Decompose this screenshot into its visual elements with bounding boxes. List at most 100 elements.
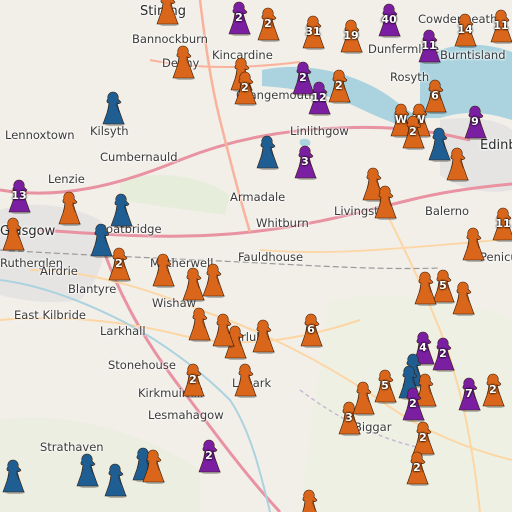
witch-marker-orange[interactable] bbox=[372, 184, 398, 220]
map-canvas[interactable]: StirlingBannockburnCowdenbeathBurntislan… bbox=[0, 0, 512, 512]
place-label: Lennoxtown bbox=[5, 128, 75, 142]
witch-figure-icon bbox=[152, 253, 175, 288]
witch-marker-orange[interactable] bbox=[250, 318, 276, 354]
witch-marker-purple[interactable]: 11 bbox=[416, 28, 442, 64]
witch-marker-orange[interactable] bbox=[450, 280, 476, 316]
marker-count: 6 bbox=[431, 89, 439, 102]
witch-marker-orange[interactable] bbox=[150, 252, 176, 288]
witch-figure-icon bbox=[202, 263, 225, 298]
witch-figure-icon bbox=[446, 147, 469, 182]
witch-figure-icon bbox=[156, 0, 179, 26]
marker-count: 11 bbox=[421, 39, 437, 52]
marker-count: 2 bbox=[235, 11, 243, 24]
witch-figure-icon bbox=[452, 281, 475, 316]
witch-marker-blue[interactable] bbox=[74, 452, 100, 488]
witch-marker-orange[interactable] bbox=[460, 226, 486, 262]
witch-figure-icon bbox=[188, 307, 211, 342]
witch-figure-icon bbox=[252, 319, 275, 354]
witch-marker-orange[interactable] bbox=[232, 362, 258, 398]
place-label: Lenzie bbox=[48, 172, 85, 186]
marker-count: 2 bbox=[419, 431, 427, 444]
witch-marker-orange[interactable]: 2 bbox=[180, 362, 206, 398]
witch-marker-purple[interactable]: 13 bbox=[6, 178, 32, 214]
witch-marker-orange[interactable]: 2 bbox=[480, 372, 506, 408]
place-label: Linlithgow bbox=[290, 124, 349, 138]
witch-marker-orange[interactable] bbox=[186, 306, 212, 342]
green-area bbox=[120, 175, 230, 215]
witch-figure-icon bbox=[104, 463, 127, 498]
witch-marker-purple[interactable]: 3 bbox=[292, 144, 318, 180]
marker-count: 7 bbox=[465, 387, 473, 400]
witch-figure-icon bbox=[462, 227, 485, 262]
witch-marker-orange[interactable]: 2 bbox=[106, 246, 132, 282]
witch-marker-orange[interactable] bbox=[296, 488, 322, 512]
witch-marker-blue[interactable] bbox=[0, 458, 26, 494]
witch-marker-orange[interactable] bbox=[444, 146, 470, 182]
place-label: Cumbernauld bbox=[100, 150, 178, 164]
witch-marker-purple[interactable]: 2 bbox=[430, 336, 456, 372]
marker-count: 13 bbox=[11, 189, 27, 202]
marker-count: 2 bbox=[205, 449, 213, 462]
place-label: Whitburn bbox=[256, 216, 309, 230]
place-label: Kilsyth bbox=[90, 124, 129, 138]
witch-marker-orange[interactable]: 11 bbox=[488, 8, 512, 44]
witch-figure-icon bbox=[102, 91, 125, 126]
witch-marker-orange[interactable] bbox=[140, 448, 166, 484]
witch-marker-orange[interactable] bbox=[154, 0, 180, 26]
witch-figure-icon bbox=[76, 453, 99, 488]
witch-marker-orange[interactable]: 11 bbox=[490, 206, 512, 242]
witch-figure-icon bbox=[212, 313, 235, 348]
marker-count: 2 bbox=[409, 397, 417, 410]
witch-figure-icon bbox=[172, 45, 195, 80]
witch-marker-purple[interactable]: 2 bbox=[226, 0, 252, 36]
marker-count: 2 bbox=[439, 347, 447, 360]
witch-marker-orange[interactable] bbox=[200, 262, 226, 298]
witch-marker-orange[interactable]: 19 bbox=[338, 18, 364, 54]
place-label: East Kilbride bbox=[14, 308, 86, 322]
green-area bbox=[0, 417, 200, 512]
marker-count: 2 bbox=[409, 125, 417, 138]
witch-marker-orange[interactable]: 6 bbox=[298, 312, 324, 348]
witch-marker-orange[interactable] bbox=[210, 312, 236, 348]
witch-figure-icon bbox=[414, 271, 437, 306]
witch-figure-icon bbox=[2, 217, 25, 252]
witch-marker-purple[interactable]: 9 bbox=[462, 104, 488, 140]
place-label: Lesmahagow bbox=[148, 408, 224, 422]
witch-marker-orange[interactable]: 2 bbox=[232, 70, 258, 106]
place-label: Balerno bbox=[425, 204, 470, 218]
witch-figure-icon bbox=[302, 489, 318, 512]
witch-marker-orange[interactable] bbox=[412, 270, 438, 306]
place-label: Airdrie bbox=[40, 264, 78, 278]
witch-marker-orange[interactable]: 2 bbox=[400, 114, 426, 150]
witch-marker-orange[interactable]: 2 bbox=[326, 68, 352, 104]
marker-count: 6 bbox=[307, 323, 315, 336]
marker-count: 40 bbox=[381, 13, 397, 26]
witch-marker-orange[interactable] bbox=[0, 216, 26, 252]
witch-marker-blue[interactable] bbox=[254, 134, 280, 170]
marker-count: 2 bbox=[489, 383, 497, 396]
witch-marker-orange[interactable] bbox=[170, 44, 196, 80]
marker-count: 3 bbox=[301, 155, 309, 168]
witch-marker-purple[interactable]: 40 bbox=[376, 2, 402, 38]
witch-marker-orange[interactable]: 31 bbox=[300, 14, 326, 50]
witch-figure-icon bbox=[142, 449, 165, 484]
witch-marker-orange[interactable] bbox=[56, 190, 82, 226]
witch-marker-purple[interactable]: 7 bbox=[456, 376, 482, 412]
marker-count: 2 bbox=[264, 17, 272, 30]
marker-count: 2 bbox=[189, 373, 197, 386]
marker-count: 11 bbox=[493, 19, 509, 32]
witch-marker-blue[interactable] bbox=[100, 90, 126, 126]
witch-marker-orange[interactable] bbox=[350, 380, 376, 416]
witch-marker-orange[interactable]: 2 bbox=[404, 450, 430, 486]
witch-marker-purple[interactable]: 2 bbox=[196, 438, 222, 474]
place-label: Blantyre bbox=[68, 282, 117, 296]
place-label: Stonehouse bbox=[108, 358, 176, 372]
witch-marker-orange[interactable]: 2 bbox=[255, 6, 281, 42]
witch-figure-icon bbox=[58, 191, 81, 226]
witch-marker-blue[interactable] bbox=[102, 462, 128, 498]
witch-marker-purple[interactable]: 2 bbox=[400, 386, 426, 422]
witch-marker-orange[interactable]: 14 bbox=[452, 12, 478, 48]
witch-figure-icon bbox=[256, 135, 279, 170]
marker-count: 9 bbox=[471, 115, 479, 128]
marker-count: 11 bbox=[495, 217, 511, 230]
